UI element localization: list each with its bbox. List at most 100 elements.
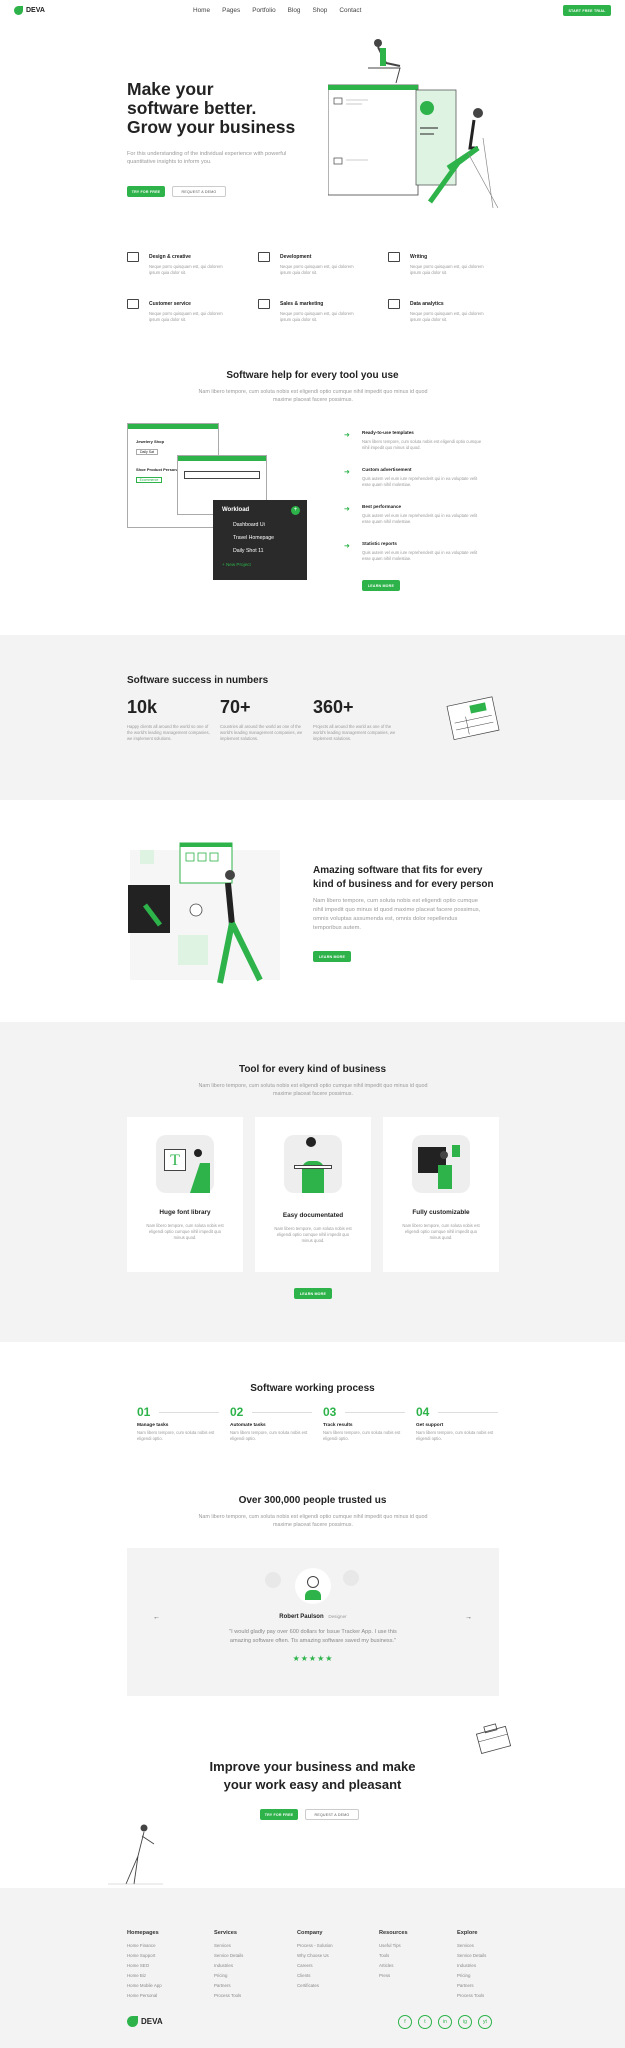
footer-link[interactable]: Careers: [297, 1961, 333, 1971]
footer-link[interactable]: Home Finance: [127, 1941, 162, 1951]
feature-text: Neque porro quisquam est, qui dolorem ip…: [280, 311, 354, 322]
feature-title: Development: [280, 254, 312, 260]
nav-portfolio[interactable]: Portfolio: [252, 7, 275, 14]
prev-arrow-icon[interactable]: ←: [153, 1614, 160, 1621]
nav-shop[interactable]: Shop: [312, 7, 327, 14]
cta-figure-illustration: [108, 1822, 163, 1887]
footer-link[interactable]: Tools: [379, 1951, 408, 1961]
footer-link[interactable]: Useful Tips: [379, 1941, 408, 1951]
tool-card-title: Huge font library: [159, 1209, 211, 1216]
footer-link[interactable]: Services: [214, 1941, 243, 1951]
logo[interactable]: DEVA: [14, 6, 45, 15]
facebook-icon[interactable]: f: [398, 2015, 412, 2029]
stat-item: 10k Happy clients all around the world s…: [127, 697, 212, 742]
start-free-trial-button[interactable]: START FREE TRIAL: [563, 5, 611, 16]
trust-title: Over 300,000 people trusted us: [238, 1495, 387, 1506]
next-arrow-icon[interactable]: →: [465, 1614, 472, 1621]
amazing-learn-more-button[interactable]: LEARN MORE: [313, 951, 351, 962]
footer-link[interactable]: Home Support: [127, 1951, 162, 1961]
help-item-title: Custom advertisement: [362, 467, 412, 472]
footer-link[interactable]: Why Choose Us: [297, 1951, 333, 1961]
footer-link[interactable]: Home Biz: [127, 1971, 162, 1981]
request-demo-button[interactable]: REQUEST A DEMO: [172, 186, 226, 197]
youtube-icon[interactable]: yt: [478, 2015, 492, 2029]
logo-leaf-icon: [127, 2016, 138, 2027]
code-icon: [258, 252, 270, 262]
try-for-free-button[interactable]: TRY FOR FREE: [127, 186, 165, 197]
footer-column: Resources Useful Tips Tools Articles Pre…: [379, 1930, 408, 1981]
footer-link[interactable]: Pricing: [457, 1971, 486, 1981]
nav-blog[interactable]: Blog: [288, 7, 301, 14]
footer-link[interactable]: Certificates: [297, 1981, 333, 1991]
footer-link[interactable]: Home Personal: [127, 1991, 162, 2001]
footer-link[interactable]: Press: [379, 1971, 408, 1981]
footer-link[interactable]: Articles: [379, 1961, 408, 1971]
workload-item[interactable]: Daily Shot 11: [233, 548, 307, 554]
header: DEVA Home Pages Portfolio Blog Shop Cont…: [0, 0, 625, 22]
numbers-title: Software success in numbers: [127, 675, 269, 686]
cta-try-for-free-button[interactable]: TRY FOR FREE: [260, 1809, 298, 1820]
footer-link[interactable]: Industries: [457, 1961, 486, 1971]
analytics-icon: [388, 299, 400, 309]
feature-text: Neque porro quisquam est, qui dolorem ip…: [280, 264, 354, 275]
numbers-section: Software success in numbers 10k Happy cl…: [0, 635, 625, 800]
reviewer-name: Robert Paulson: [279, 1614, 324, 1620]
hero-illustration: [327, 38, 508, 218]
hero-title-line1: Make your: [127, 79, 214, 99]
tools-subtitle: Nam libero tempore, cum soluta nobis est…: [198, 1083, 428, 1097]
footer-link[interactable]: Service Details: [457, 1951, 486, 1961]
footer-link[interactable]: Industries: [214, 1961, 243, 1971]
process-step: 03 Track results Nam libero tempore, cum…: [323, 1405, 413, 1442]
footer-column: Company Process - Solution Why Choose Us…: [297, 1930, 333, 1991]
footer-column: Explore Services Service Details Industr…: [457, 1930, 486, 2001]
feature-title: Customer service: [149, 301, 191, 307]
footer-link[interactable]: Service Details: [214, 1951, 243, 1961]
footer-link[interactable]: Process - Solution: [297, 1941, 333, 1951]
linkedin-icon[interactable]: in: [438, 2015, 452, 2029]
reviewer-role: Designer: [328, 1614, 347, 1619]
customer-icon: [127, 299, 139, 309]
workload-item[interactable]: Dashboard Ui: [233, 522, 307, 528]
twitter-icon[interactable]: t: [418, 2015, 432, 2029]
rating-stars: ★★★★★: [292, 1654, 334, 1663]
nav-contact[interactable]: Contact: [339, 7, 361, 14]
hero-title: Make your software better. Grow your bus…: [127, 80, 295, 137]
footer-link[interactable]: Clients: [297, 1971, 333, 1981]
add-icon[interactable]: +: [291, 506, 300, 515]
avatar-thumb[interactable]: [265, 1572, 281, 1588]
step-title: Get support: [416, 1423, 444, 1428]
tool-card-title: Fully customizable: [412, 1209, 470, 1216]
tool-card-text: Nam libero tempore, cum soluta nobis est…: [274, 1226, 352, 1243]
arrow-right-icon: ➜: [344, 506, 350, 513]
cta-request-demo-button[interactable]: REQUEST A DEMO: [305, 1809, 359, 1820]
help-item-text: Quis autem vel eum iure reprehenderit qu…: [362, 476, 478, 487]
footer-link[interactable]: Home Mobile App: [127, 1981, 162, 1991]
workload-item[interactable]: Travel Homepage: [233, 535, 307, 541]
footer-link[interactable]: Services: [457, 1941, 486, 1951]
process-steps: 01 Manage tasks Nam libero tempore, cum …: [137, 1405, 507, 1455]
footer-link[interactable]: Process Tools: [457, 1991, 486, 2001]
footer-link[interactable]: Partners: [214, 1981, 243, 1991]
logo-text: DEVA: [26, 7, 45, 14]
feature-title: Sales & marketing: [280, 301, 324, 307]
nav-home[interactable]: Home: [193, 7, 210, 14]
footer-link[interactable]: Process Tools: [214, 1991, 243, 2001]
footer-link[interactable]: Partners: [457, 1981, 486, 1991]
logo-leaf-icon: [14, 6, 23, 15]
briefcase-illustration: [474, 1720, 512, 1756]
arrow-right-icon: ➜: [344, 469, 350, 476]
mock-card-chip: Daily Sat: [136, 449, 158, 455]
instagram-icon[interactable]: ig: [458, 2015, 472, 2029]
tool-card: Fully customizable Nam libero tempore, c…: [383, 1117, 499, 1272]
tool-card-text: Nam libero tempore, cum soluta nobis est…: [402, 1223, 480, 1240]
workload-card: Workload + Dashboard Ui Travel Homepage …: [213, 500, 307, 580]
help-learn-more-button[interactable]: LEARN MORE: [362, 580, 400, 591]
tools-learn-more-button[interactable]: LEARN MORE: [294, 1288, 332, 1299]
footer-link[interactable]: Pricing: [214, 1971, 243, 1981]
new-project-link[interactable]: + New Project: [222, 562, 307, 567]
mock-card-chip: Ecommerce: [136, 477, 162, 483]
footer-logo[interactable]: DEVA: [127, 2016, 163, 2027]
avatar-thumb[interactable]: [343, 1570, 359, 1586]
footer-link[interactable]: Home SEO: [127, 1961, 162, 1971]
nav-pages[interactable]: Pages: [222, 7, 240, 14]
